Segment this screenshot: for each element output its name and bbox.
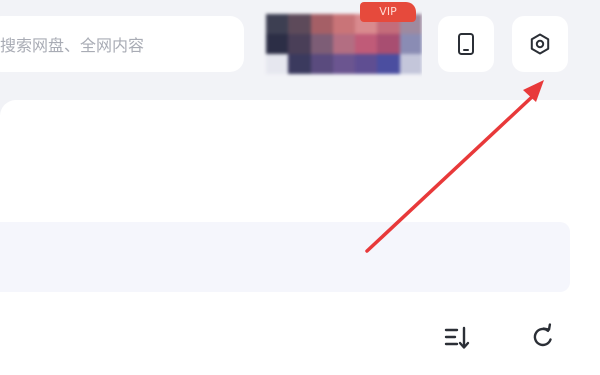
search-input-placeholder[interactable]: 搜索网盘、全网内容 bbox=[0, 32, 144, 56]
sort-icon bbox=[444, 326, 470, 349]
banner-row[interactable] bbox=[0, 222, 570, 292]
refresh-button[interactable] bbox=[527, 321, 559, 353]
refresh-icon bbox=[533, 323, 552, 347]
page: 搜索网盘、全网内容 VIP bbox=[0, 0, 600, 375]
tablet-button[interactable] bbox=[438, 16, 494, 72]
avatar[interactable] bbox=[266, 14, 422, 74]
tablet-icon bbox=[458, 33, 474, 55]
vip-badge: VIP bbox=[360, 2, 416, 22]
search-box[interactable]: 搜索网盘、全网内容 bbox=[0, 16, 244, 72]
sort-button[interactable] bbox=[441, 322, 473, 354]
settings-gear-icon bbox=[530, 33, 550, 55]
settings-button[interactable] bbox=[512, 16, 568, 72]
top-bar: 搜索网盘、全网内容 VIP bbox=[0, 0, 600, 100]
